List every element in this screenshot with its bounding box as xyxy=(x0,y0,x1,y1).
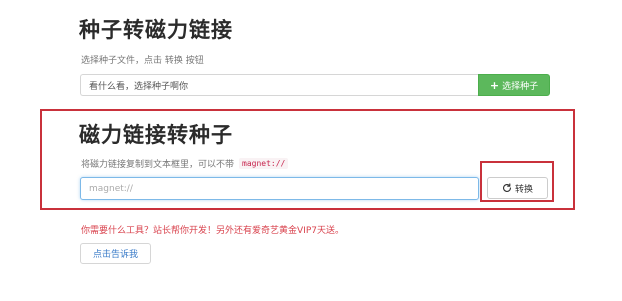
torrent-file-input[interactable] xyxy=(80,74,478,96)
tool-request-notice: 你需要什么工具？站长帮你开发！另外还有爱奇艺黄金VIP7天送。 xyxy=(81,226,344,236)
magnet-description-text: 将磁力链接复制到文本框里，可以不带 xyxy=(81,160,235,170)
page: 种子转磁力链接 选择种子文件，点击 转换 按钮 + 选择种子 磁力链接转种子 将… xyxy=(0,0,622,301)
plus-icon: + xyxy=(489,78,500,92)
highlight-box-convert xyxy=(480,161,554,202)
select-torrent-button[interactable]: + 选择种子 xyxy=(478,74,550,96)
magnet-link-input[interactable] xyxy=(80,177,479,200)
torrent-to-magnet-description: 选择种子文件，点击 转换 按钮 xyxy=(81,56,204,66)
magnet-to-torrent-description: 将磁力链接复制到文本框里，可以不带 magnet:// xyxy=(81,157,289,170)
tell-me-button[interactable]: 点击告诉我 xyxy=(80,243,151,264)
torrent-to-magnet-title: 种子转磁力链接 xyxy=(79,18,233,42)
magnet-to-torrent-title: 磁力链接转种子 xyxy=(79,123,233,147)
select-torrent-button-label: 选择种子 xyxy=(502,81,539,92)
magnet-code-hint: magnet:// xyxy=(239,158,289,169)
